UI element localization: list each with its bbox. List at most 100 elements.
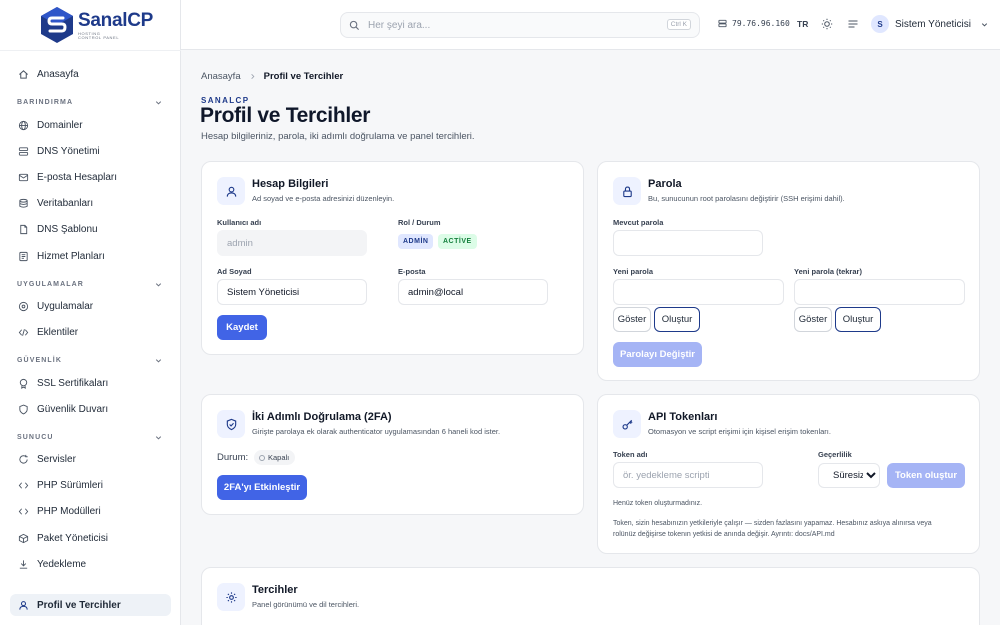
gear-icon <box>225 591 237 603</box>
card-description: Otomasyon ve script erişimi için kişisel… <box>648 427 831 436</box>
current-password-field[interactable] <box>613 230 763 256</box>
php-icon <box>18 481 29 489</box>
twofa-status-pill: Kapalı <box>254 450 296 465</box>
sanalcp-logo-icon <box>41 7 73 43</box>
sidebar-item-plugins[interactable]: Eklentiler <box>10 321 171 343</box>
sidebar-item-ssl[interactable]: SSL Sertifikaları <box>10 372 171 394</box>
sidebar-item-backup[interactable]: Yedekleme <box>10 553 171 575</box>
breadcrumb: Anasayfa Profil ve Tercihler <box>201 71 343 82</box>
repeat-password-field[interactable] <box>794 279 965 305</box>
user-name: Sistem Yöneticisi <box>895 18 971 30</box>
shield-check-icon <box>226 418 236 430</box>
sidebar-item-label: PHP Sürümleri <box>37 479 103 491</box>
mail-icon <box>18 173 29 181</box>
sidebar-item-php-versions[interactable]: PHP Sürümleri <box>10 474 171 496</box>
token-name-label: Token adı <box>613 450 648 459</box>
database-icon <box>19 198 28 208</box>
sidebar-item-services[interactable]: Servisler <box>10 448 171 470</box>
server-icon <box>718 19 727 28</box>
section-apps[interactable]: UYGULAMALAR <box>17 280 163 289</box>
section-security[interactable]: GÜVENLİK <box>17 356 163 365</box>
new-password-field[interactable] <box>613 279 784 305</box>
sidebar-item-label: Hizmet Planları <box>37 250 105 262</box>
search-input[interactable] <box>368 19 658 31</box>
account-card-icon <box>217 177 245 205</box>
password-card: Parola Bu, sunucunun root parolasını değ… <box>597 161 980 381</box>
brand-logo[interactable]: SanalCP HOSTING CONTROL PANEL <box>40 6 153 44</box>
sidebar-item-php-modules[interactable]: PHP Modülleri <box>10 500 171 522</box>
language-switch[interactable]: TR <box>797 19 808 29</box>
section-hosting[interactable]: BARINDIRMA <box>17 98 163 107</box>
card-description: Ad soyad ve e-posta adresinizi düzenleyi… <box>252 194 395 203</box>
card-title: İki Adımlı Doğrulama (2FA) <box>252 411 392 423</box>
email-label: E-posta <box>398 267 426 276</box>
generate-password-button[interactable]: Oluştur <box>654 307 700 332</box>
card-description: Girişte parolaya ek olarak authenticator… <box>252 427 501 436</box>
sidebar-item-label: Yedekleme <box>37 558 87 570</box>
validity-select[interactable]: Süresiz <box>818 463 880 488</box>
globe-icon <box>18 120 29 130</box>
chevron-down-icon <box>155 283 162 287</box>
sidebar-item-email[interactable]: E-posta Hesapları <box>10 166 171 188</box>
menu-icon[interactable] <box>847 18 859 30</box>
sidebar-item-home[interactable]: Anasayfa <box>10 63 171 85</box>
username-label: Kullanıcı adı <box>217 218 262 227</box>
save-button[interactable]: Kaydet <box>217 315 267 340</box>
username-field <box>217 230 367 256</box>
page-subtitle: Hesap bilgileriniz, parola, iki adımlı d… <box>201 131 475 142</box>
sidebar-item-apps[interactable]: Uygulamalar <box>10 295 171 317</box>
fullname-field[interactable] <box>217 279 367 305</box>
sidebar-item-databases[interactable]: Veritabanları <box>10 192 171 214</box>
brand-tagline: HOSTING CONTROL PANEL <box>78 30 120 40</box>
generate-repeat-password-button[interactable]: Oluştur <box>835 307 881 332</box>
api-tokens-card: API Tokenları Otomasyon ve script erişim… <box>597 394 980 554</box>
package-icon <box>18 533 29 543</box>
user-icon <box>19 600 28 610</box>
password-card-icon <box>613 177 641 205</box>
global-search[interactable]: Ctrl K <box>340 12 700 38</box>
breadcrumb-home[interactable]: Anasayfa <box>201 71 241 82</box>
user-menu[interactable]: S Sistem Yöneticisi <box>871 15 989 33</box>
sidebar-item-profile[interactable]: Profil ve Tercihler <box>10 594 171 616</box>
sidebar-item-firewall[interactable]: Güvenlik Duvarı <box>10 398 171 420</box>
role-badge: ADMİN <box>398 234 434 249</box>
email-field[interactable] <box>398 279 548 305</box>
create-token-button[interactable]: Token oluştur <box>887 463 965 488</box>
sidebar: SanalCP HOSTING CONTROL PANEL Anasayfa B… <box>0 0 181 625</box>
sidebar-item-dns-template[interactable]: DNS Şablonu <box>10 218 171 240</box>
home-icon <box>19 69 28 79</box>
search-shortcut: Ctrl K <box>666 19 691 30</box>
sidebar-item-dns[interactable]: DNS Yönetimi <box>10 140 171 162</box>
sidebar-item-label: PHP Modülleri <box>37 505 101 517</box>
enable-2fa-button[interactable]: 2FA'yı Etkinleştir <box>217 475 307 500</box>
card-description: Panel görünümü ve dil tercihleri. <box>252 600 360 609</box>
chevron-right-icon <box>250 74 255 79</box>
sidebar-item-label: Servisler <box>37 453 76 465</box>
sidebar-item-label: Domainler <box>37 119 83 131</box>
certificate-icon <box>19 378 28 389</box>
change-password-button[interactable]: Parolayı Değiştir <box>613 342 702 367</box>
card-title: API Tokenları <box>648 411 718 423</box>
current-password-label: Mevcut parola <box>613 218 664 227</box>
show-password-button[interactable]: Göster <box>613 307 651 332</box>
chevron-down-icon <box>155 101 162 105</box>
show-repeat-password-button[interactable]: Göster <box>794 307 832 332</box>
twofa-card-icon <box>217 410 245 438</box>
validity-label: Geçerlilik <box>818 450 852 459</box>
sidebar-item-label: Profil ve Tercihler <box>37 599 121 611</box>
topbar: Ctrl K 79.76.96.160 TR S Sistem Yönetici… <box>181 0 1000 50</box>
dns-icon <box>18 146 29 156</box>
section-server[interactable]: SUNUCU <box>17 433 163 442</box>
sidebar-item-plans[interactable]: Hizmet Planları <box>10 245 171 267</box>
sidebar-item-label: Anasayfa <box>37 68 79 80</box>
theme-toggle-icon[interactable] <box>821 18 833 30</box>
plans-icon <box>19 251 28 261</box>
sidebar-item-domains[interactable]: Domainler <box>10 114 171 136</box>
api-card-icon <box>613 410 641 438</box>
sidebar-item-packages[interactable]: Paket Yöneticisi <box>10 527 171 549</box>
server-ip[interactable]: 79.76.96.160 <box>718 19 790 28</box>
token-name-field[interactable] <box>613 462 763 488</box>
card-title: Hesap Bilgileri <box>252 178 329 190</box>
section-title: GÜVENLİK <box>17 357 62 364</box>
sidebar-item-label: Eklentiler <box>37 326 79 338</box>
